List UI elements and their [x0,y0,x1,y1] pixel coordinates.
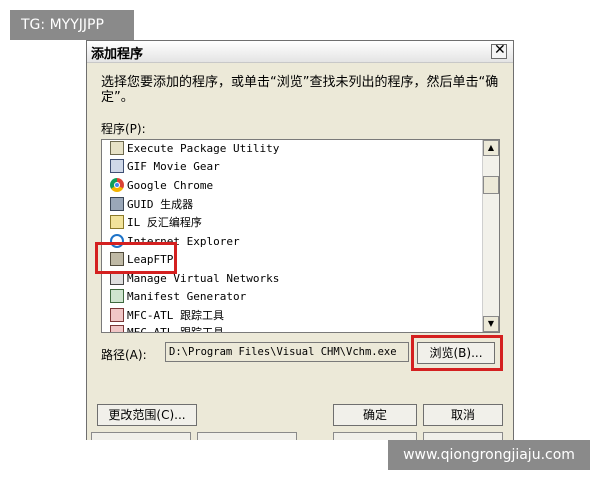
list-item[interactable]: Execute Package Utility [110,140,279,157]
highlight-box-leapftp [95,242,177,274]
background-window-strip [87,432,513,440]
list-item[interactable]: GIF Movie Gear [110,157,220,175]
background-tab [197,432,297,440]
mfc-icon [110,308,124,322]
close-icon: ✕ [494,42,506,58]
guid-icon [110,197,124,211]
triangle-down-icon: ▼ [487,319,495,328]
list-item[interactable]: Manifest Generator [110,287,246,305]
list-item[interactable]: Google Chrome [110,176,213,194]
instruction-text: 选择您要添加的程序，或单击“浏览”查找未列出的程序，然后单击“确定”。 [101,75,499,105]
package-icon [110,141,124,155]
close-button[interactable]: ✕ [491,42,507,59]
change-scope-button[interactable]: 更改范围(C)... [97,404,197,426]
list-item[interactable]: IL 反汇编程序 [110,213,202,231]
list-item-label: Manifest Generator [127,289,247,303]
dialog-title: 添加程序 [91,47,144,62]
scroll-up-button[interactable]: ▲ [483,140,499,156]
list-item-label: MFC-ATL 跟踪工具 [127,324,224,332]
watermark-top: TG: MYYJJPP [10,10,134,40]
ok-button[interactable]: 确定 [333,404,417,426]
scroll-thumb[interactable] [483,176,499,194]
program-list[interactable]: Execute Package Utility GIF Movie Gear G… [101,139,500,333]
list-item-label: Google Chrome [127,178,214,192]
chrome-icon [110,178,124,192]
highlight-box-browse [411,335,503,371]
path-label: 路径(A): [101,348,147,362]
list-item[interactable]: GUID 生成器 [110,195,193,213]
watermark-bottom: www.qiongrongjiaju.com [388,440,590,470]
scroll-down-button[interactable]: ▼ [483,316,499,332]
list-item-label: MFC-ATL 跟踪工具 [127,309,224,322]
list-item-label: GUID 生成器 [127,198,194,211]
mfc-icon [110,325,124,332]
programs-label: 程序(P): [101,122,146,136]
path-field[interactable]: D:\Program Files\Visual CHM\Vchm.exe [165,342,409,362]
background-tab [423,432,503,440]
add-program-dialog: 添加程序 ✕ 选择您要添加的程序，或单击“浏览”查找未列出的程序，然后单击“确定… [86,40,514,440]
background-tab [333,432,417,440]
list-item[interactable]: MFC-ATL 跟踪工具 [110,323,224,332]
manifest-icon [110,289,124,303]
background-tab [91,432,191,440]
triangle-up-icon: ▲ [487,143,495,152]
list-item-label: Execute Package Utility [127,141,280,155]
list-item[interactable]: MFC-ATL 跟踪工具 [110,306,224,324]
vertical-scrollbar[interactable]: ▲ ▼ [482,140,499,332]
cancel-button[interactable]: 取消 [423,404,503,426]
program-list-items: Execute Package Utility GIF Movie Gear G… [102,140,482,332]
list-item-label: IL 反汇编程序 [127,216,202,229]
title-bar: 添加程序 ✕ [87,41,513,63]
list-item-label: GIF Movie Gear [127,159,220,173]
il-icon [110,215,124,229]
gif-icon [110,159,124,173]
